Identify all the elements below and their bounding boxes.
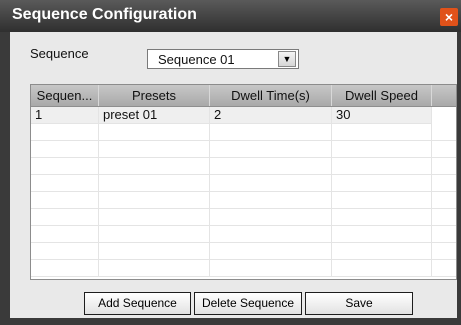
- close-icon[interactable]: ×: [440, 8, 458, 26]
- table-header: Sequen... Presets Dwell Time(s) Dwell Sp…: [31, 85, 456, 107]
- dialog-title: Sequence Configuration: [12, 6, 197, 23]
- sequence-select[interactable]: Sequence 01 ▼: [147, 49, 299, 69]
- save-button[interactable]: Save: [305, 292, 413, 315]
- column-header-dwell-time[interactable]: Dwell Time(s): [210, 85, 332, 106]
- table-row[interactable]: [31, 243, 456, 260]
- cell-preset[interactable]: preset 01: [99, 107, 210, 124]
- sequence-label: Sequence: [30, 46, 89, 61]
- title-bar[interactable]: Sequence Configuration ×: [0, 0, 461, 32]
- table-row[interactable]: [31, 260, 456, 277]
- column-header-sequence[interactable]: Sequen...: [31, 85, 99, 106]
- table-row[interactable]: [31, 226, 456, 243]
- sequence-select-value: Sequence 01: [158, 52, 235, 67]
- sequence-table[interactable]: Sequen... Presets Dwell Time(s) Dwell Sp…: [30, 84, 457, 280]
- cell-dwell-speed[interactable]: 30: [332, 107, 432, 124]
- cell-sequence[interactable]: 1: [31, 107, 99, 124]
- dialog-body: Sequence Sequence 01 ▼ Sequen... Presets…: [10, 32, 457, 318]
- table-row[interactable]: [31, 209, 456, 226]
- table-row[interactable]: [31, 158, 456, 175]
- column-header-dwell-speed[interactable]: Dwell Speed: [332, 85, 432, 106]
- chevron-down-icon[interactable]: ▼: [278, 51, 296, 67]
- table-row[interactable]: [31, 192, 456, 209]
- cell-dwell-time[interactable]: 2: [210, 107, 332, 124]
- sequence-configuration-dialog: Sequence Configuration × Sequence Sequen…: [0, 0, 461, 325]
- cell-filler: [432, 107, 456, 124]
- column-header-filler: [432, 85, 456, 106]
- add-sequence-button[interactable]: Add Sequence: [84, 292, 191, 315]
- table-row[interactable]: [31, 124, 456, 141]
- delete-sequence-button[interactable]: Delete Sequence: [194, 292, 302, 315]
- table-row[interactable]: 1 preset 01 2 30: [31, 107, 456, 124]
- table-row[interactable]: [31, 175, 456, 192]
- column-header-presets[interactable]: Presets: [99, 85, 210, 106]
- table-row[interactable]: [31, 141, 456, 158]
